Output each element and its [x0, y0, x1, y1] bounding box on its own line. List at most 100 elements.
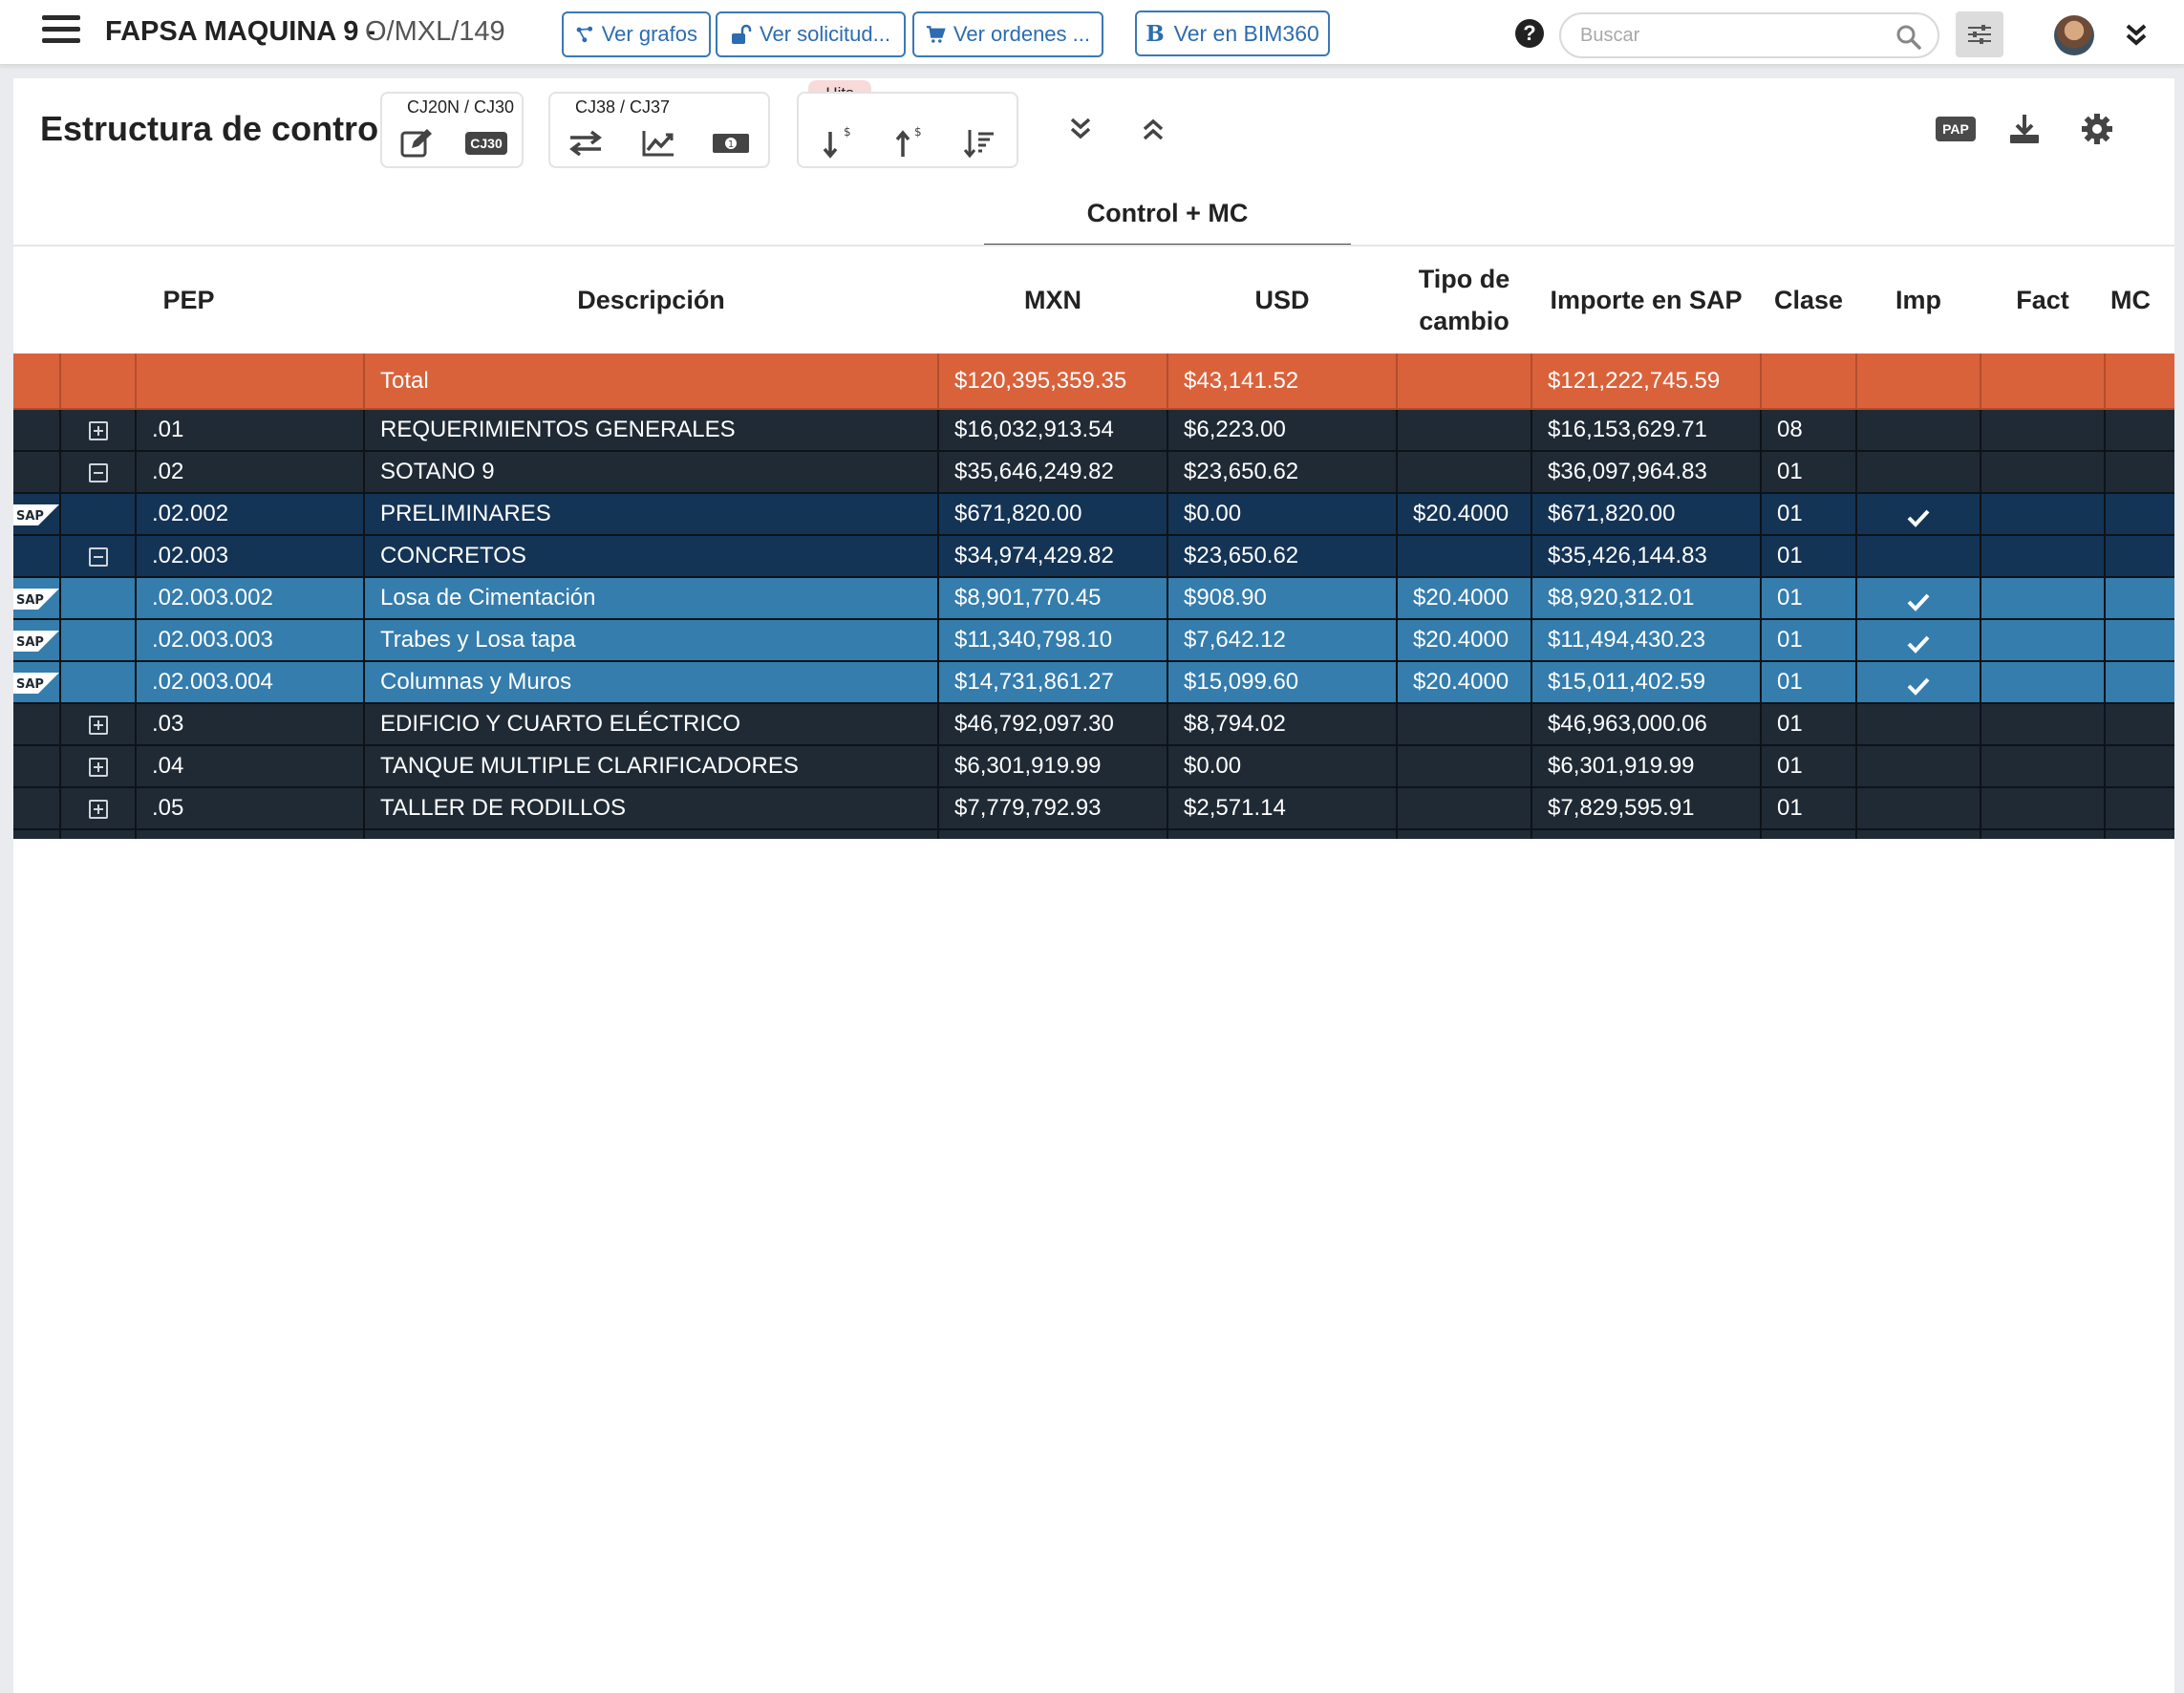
table-row[interactable]: .01 REQUERIMIENTOS GENERALES $16,032,913.5… [13, 409, 2174, 452]
search-icon[interactable] [1895, 24, 1922, 51]
row-mxn: $46,792,097.30 [937, 703, 1168, 746]
row-clase: 01 [1760, 535, 1857, 578]
row-mxn: $671,820.00 [937, 493, 1168, 536]
collapse-icon[interactable] [88, 462, 108, 482]
table-row[interactable]: .05 TALLER DE RODILLOS $7,779,792.93 $2,571… [13, 787, 2174, 830]
total-importe-sap: $121,222,745.59 [1531, 354, 1762, 410]
total-fact [1980, 354, 2106, 410]
table-row[interactable]: .02.003 CONCRETOS $34,974,429.82 $23,650.62… [13, 535, 2174, 578]
unlock-icon [732, 24, 752, 44]
pap-button[interactable]: PAP [1934, 107, 1978, 151]
cj20n-cj30-group: CJ20N / CJ30 CJ30 [380, 92, 524, 168]
row-imp [1855, 535, 1981, 578]
sap-logo-icon[interactable]: SAP [13, 672, 59, 694]
col-header-mc[interactable]: MC [2105, 246, 2174, 354]
row-tipo-cambio: $20.4000 [1396, 577, 1532, 620]
user-avatar[interactable] [2054, 15, 2094, 55]
col-header-pep[interactable]: PEP [13, 246, 365, 354]
hamburger-menu-icon[interactable] [42, 15, 80, 48]
ver-ordenes-button[interactable]: Ver ordenes ... [912, 11, 1103, 57]
table-row[interactable]: .04 TANQUE MULTIPLE CLARIFICADORES $6,301,… [13, 745, 2174, 788]
expand-icon[interactable] [88, 757, 108, 777]
row-usd: $908.90 [1167, 577, 1398, 620]
sap-logo-icon[interactable]: SAP [13, 588, 59, 610]
col-header-mxn[interactable]: MXN [938, 246, 1168, 354]
row-pep: .02.002 [134, 493, 365, 536]
table-row[interactable]: SAP .02.002 PRELIMINARES $671,820.00 $0.00 $2… [13, 493, 2174, 536]
sort-lines-button[interactable] [957, 124, 1001, 162]
row-importe-sap: $16,153,629.71 [1531, 409, 1762, 452]
table-row[interactable]: SAP .02.003.002 Losa de Cimentación $8,901,… [13, 577, 2174, 620]
row-sap-cell [13, 829, 60, 839]
collapse-icon[interactable] [88, 546, 108, 567]
total-row: Total $120,395,359.35 $43,141.52 $121,22… [13, 354, 2174, 410]
row-descripcion: Columnas y Muros [363, 661, 939, 704]
ver-en-bim360-button[interactable]: B Ver en BIM360 [1135, 11, 1330, 56]
row-imp [1855, 703, 1981, 746]
row-expander-cell [59, 409, 136, 452]
search-input[interactable] [1580, 22, 1876, 49]
col-header-imp[interactable]: Imp [1856, 246, 1981, 354]
edit-icon [400, 129, 432, 158]
col-header-usd[interactable]: USD [1167, 246, 1398, 354]
row-importe-sap: $671,820.00 [1531, 493, 1762, 536]
row-expander-cell [59, 577, 136, 620]
row-sap-cell: SAP [13, 493, 60, 536]
row-clase: 01 [1760, 787, 1857, 830]
cj30-button[interactable]: CJ30 [464, 124, 508, 162]
row-fact [1980, 409, 2106, 452]
row-clase: 08 [1760, 409, 1857, 452]
col-header-importe-sap[interactable]: Importe en SAP [1531, 246, 1762, 354]
row-tipo-cambio [1396, 745, 1532, 788]
tab-control-mc[interactable]: Control + MC [984, 189, 1351, 246]
filter-settings-button[interactable] [1956, 11, 2003, 57]
help-icon[interactable]: ? [1515, 19, 1544, 48]
settings-button[interactable] [2075, 107, 2119, 151]
table-row[interactable]: SAP .02.003.003 Trabes y Losa tapa $11,340,… [13, 619, 2174, 662]
row-imp [1855, 619, 1981, 662]
row-mc [2104, 451, 2174, 494]
row-usd: $6,223.00 [1167, 409, 1398, 452]
download-button[interactable] [2002, 107, 2046, 151]
row-clase: 01 [1760, 829, 1857, 839]
chart-button[interactable] [636, 124, 680, 162]
table-row[interactable]: SAP .02.003.004 Columnas y Muros $14,731,86… [13, 661, 2174, 704]
sort-desc-amount-button[interactable]: $ [812, 124, 856, 162]
share-graph-icon [576, 26, 593, 43]
control-table: PEP Descripción MXN USD Tipo de cambio I… [13, 246, 2174, 839]
collapse-all-button[interactable] [1131, 107, 1175, 151]
table-row[interactable]: .02 SOTANO 9 $35,646,249.82 $23,650.62 $36,0… [13, 451, 2174, 494]
row-mxn: $11,340,798.10 [937, 619, 1168, 662]
transfer-button[interactable] [564, 124, 608, 162]
table-row[interactable]: .03 EDIFICIO Y CUARTO ELÉCTRICO $46,792,09… [13, 703, 2174, 746]
money-button[interactable]: 1 [709, 124, 753, 162]
row-importe-sap: $8,920,312.01 [1531, 577, 1762, 620]
expand-icon[interactable] [88, 420, 108, 440]
row-imp [1855, 829, 1981, 839]
ver-solicitud-button[interactable]: Ver solicitud... [716, 11, 906, 57]
cart-icon [926, 26, 946, 43]
col-header-descripcion[interactable]: Descripción [364, 246, 939, 354]
ver-grafos-button[interactable]: Ver grafos [562, 11, 711, 57]
row-imp [1855, 409, 1981, 452]
row-clase: 01 [1760, 745, 1857, 788]
expand-icon[interactable] [88, 799, 108, 819]
expand-all-button[interactable] [1059, 107, 1103, 151]
sap-logo-icon[interactable]: SAP [13, 504, 59, 525]
row-mc [2104, 703, 2174, 746]
col-header-fact[interactable]: Fact [1981, 246, 2106, 354]
sap-logo-icon[interactable]: SAP [13, 630, 59, 652]
row-tipo-cambio [1396, 409, 1532, 452]
row-fact [1980, 661, 2106, 704]
sort-asc-amount-button[interactable]: $ [885, 124, 929, 162]
row-pep: .05 [134, 787, 365, 830]
row-pep: .01 [134, 409, 365, 452]
col-header-tipo-cambio[interactable]: Tipo de cambio [1397, 246, 1532, 354]
col-header-clase[interactable]: Clase [1761, 246, 1857, 354]
table-row[interactable]: .06TANQUE MULTIPLE$4,018,541.80$1,902.74… [13, 829, 2174, 839]
edit-button[interactable] [396, 124, 439, 162]
expand-icon[interactable] [88, 715, 108, 735]
sort-amount-icon [963, 130, 994, 159]
double-chevron-down-icon[interactable] [2123, 21, 2150, 50]
row-expander-cell [59, 703, 136, 746]
